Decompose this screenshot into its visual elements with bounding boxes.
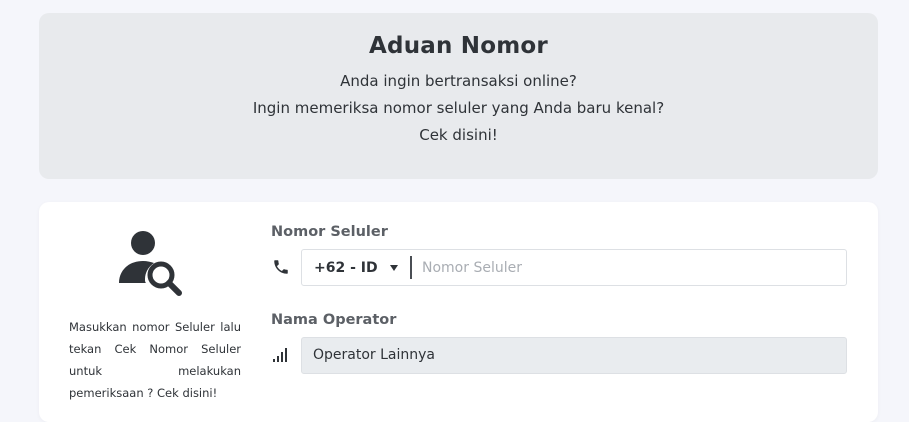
page-title: Aduan Nomor	[369, 33, 548, 59]
phone-label: Nomor Seluler	[271, 224, 388, 240]
hero-banner: Aduan Nomor Anda ingin bertransaksi onli…	[39, 13, 878, 179]
hero-subtitle-1: Anda ingin bertransaksi online?	[340, 72, 577, 90]
helper-text: Masukkan nomor Seluler lalu tekan Cek No…	[69, 320, 241, 400]
user-search-icon	[119, 231, 182, 296]
phone-icon	[274, 260, 288, 274]
signal-icon	[273, 348, 287, 362]
hero-subtitle-3: Cek disini!	[419, 126, 498, 144]
hero-subtitle-2: Ingin memeriksa nomor seluler yang Anda …	[252, 99, 665, 117]
operator-label: Nama Operator	[271, 312, 397, 328]
phone-input-group: +62 - ID	[301, 249, 847, 286]
phone-number-input[interactable]	[414, 250, 842, 285]
country-code-value: +62 - ID	[314, 259, 378, 276]
chevron-down-icon	[390, 265, 398, 271]
operator-field: Operator Lainnya	[301, 337, 847, 374]
input-divider	[410, 256, 412, 279]
country-code-select[interactable]: +62 - ID	[302, 250, 410, 285]
